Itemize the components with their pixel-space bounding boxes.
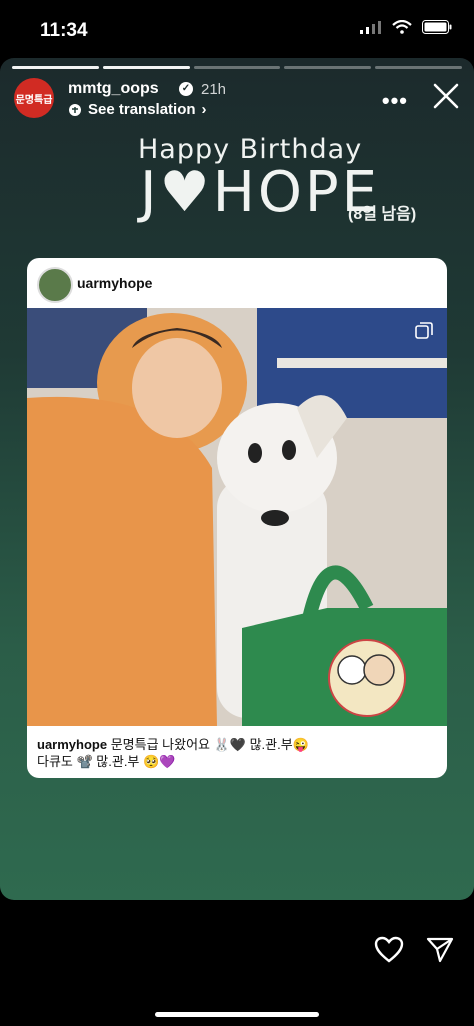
- status-icons: [360, 20, 452, 34]
- wifi-icon: [392, 20, 412, 34]
- sticker-days-left: (8일 남음): [348, 206, 417, 223]
- status-time: 11:34: [40, 20, 88, 41]
- progress-segment: [375, 66, 462, 69]
- status-bar: 11:34: [0, 0, 474, 60]
- post-header: uarmyhope: [27, 258, 447, 308]
- story-header: 문명특급 mmtg_oops ✓ 21h See translation › •…: [14, 78, 460, 122]
- story-progress: [12, 66, 462, 69]
- story-container[interactable]: 문명특급 mmtg_oops ✓ 21h See translation › •…: [0, 58, 474, 900]
- close-icon[interactable]: [432, 82, 460, 110]
- post-username[interactable]: uarmyhope: [77, 275, 152, 291]
- battery-icon: [422, 20, 452, 34]
- post-photo-illustration: [27, 308, 447, 726]
- see-translation-label: See translation: [88, 101, 196, 118]
- progress-segment: [102, 66, 190, 69]
- heart-icon[interactable]: [374, 936, 404, 964]
- carousel-icon: [415, 322, 433, 339]
- verified-badge-icon: ✓: [179, 82, 193, 96]
- more-options-icon[interactable]: •••: [382, 88, 408, 114]
- caption-line-1: 문명특급 나왔어요 🐰🖤 많.관.부😜: [110, 737, 309, 752]
- post-avatar[interactable]: [37, 267, 73, 303]
- avatar-logo-text: 문명특급: [15, 94, 53, 106]
- translate-icon: [69, 103, 81, 116]
- home-indicator: [155, 1012, 319, 1017]
- post-caption: uarmyhope 문명특급 나왔어요 🐰🖤 많.관.부😜 다큐도 📽️ 많.관…: [37, 736, 437, 770]
- progress-segment: [12, 66, 99, 69]
- send-icon[interactable]: [426, 936, 454, 964]
- chevron-right-icon: ›: [201, 101, 207, 118]
- progress-segment: [193, 66, 281, 69]
- signal-icon: [360, 21, 381, 34]
- caption-line-2: 다큐도 📽️ 많.관.부 🥺💜: [37, 754, 176, 769]
- see-translation-button[interactable]: See translation ›: [68, 101, 207, 118]
- shared-post-card[interactable]: uarmyhope uarmyhope 문명특급 나왔어요 🐰🖤 많.관.부😜 …: [27, 258, 447, 778]
- story-username[interactable]: mmtg_oops: [68, 80, 159, 98]
- progress-segment: [284, 66, 372, 69]
- sticker-name: J♥HOPE: [140, 160, 381, 225]
- story-age: 21h: [201, 81, 227, 98]
- caption-username[interactable]: uarmyhope: [37, 737, 107, 752]
- story-avatar[interactable]: 문명특급: [14, 78, 54, 118]
- post-photo[interactable]: [27, 308, 447, 726]
